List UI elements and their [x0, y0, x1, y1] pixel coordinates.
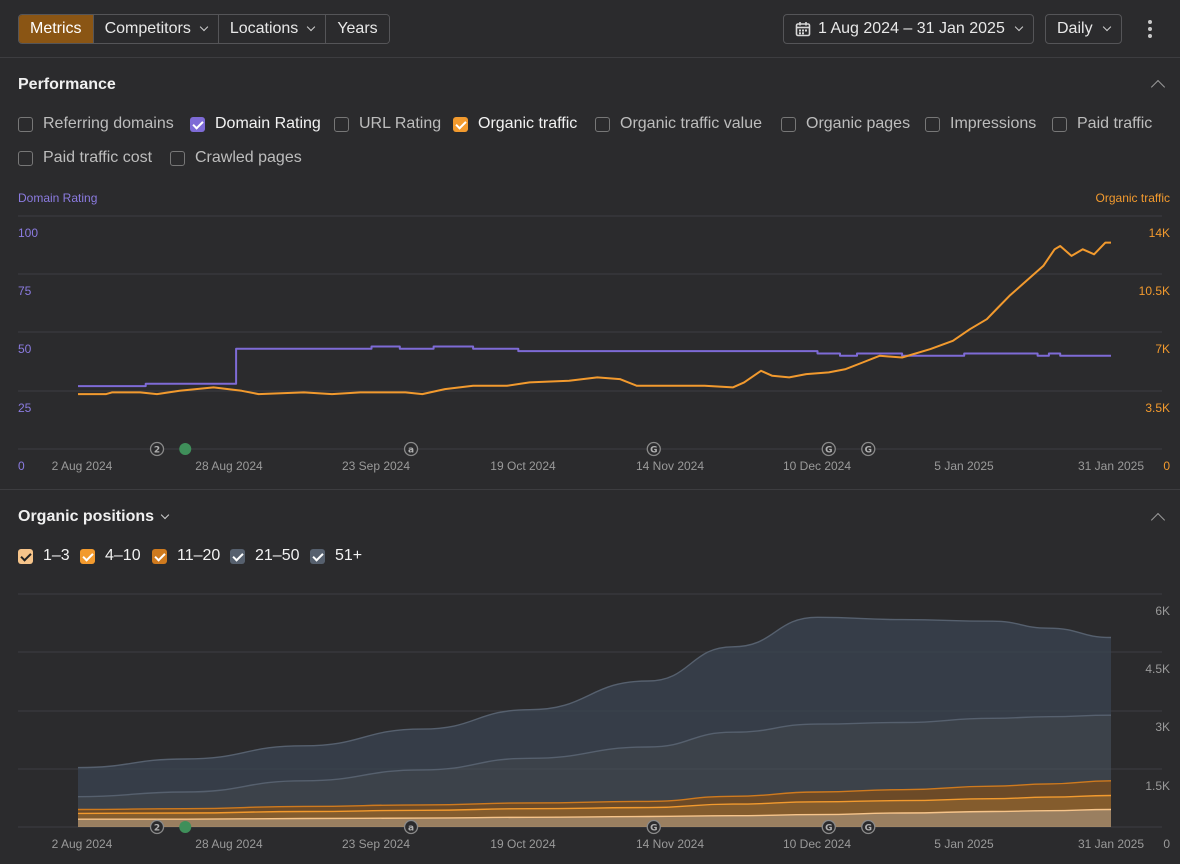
x-axis-tick: 5 Jan 2025 [934, 837, 994, 851]
organic-positions-area-chart: 2 a G G G [18, 593, 1162, 835]
x-axis-tick: 2 Aug 2024 [51, 837, 113, 851]
x-axis-tick: 23 Sep 2024 [341, 837, 411, 851]
annotation-label: G [865, 824, 872, 834]
annotation-marker[interactable]: G [861, 819, 876, 835]
annotation-marker[interactable]: G [646, 819, 661, 835]
x-axis-tick: 10 Dec 2024 [782, 837, 852, 851]
annotation-marker[interactable]: 2 [149, 819, 165, 835]
annotation-label: 2 [154, 824, 160, 834]
annotation-marker[interactable]: G [821, 819, 836, 835]
x-axis-tick: 14 Nov 2024 [635, 837, 705, 851]
annotation-label: G [650, 824, 657, 834]
x-axis-tick: 28 Aug 2024 [195, 837, 263, 851]
annotation-label: a [408, 824, 414, 834]
annotation-label: G [825, 824, 832, 834]
x-axis-tick: 19 Oct 2024 [490, 837, 556, 851]
annotation-marker[interactable]: a [403, 819, 419, 835]
x-axis-tick: 31 Jan 2025 [1077, 837, 1145, 851]
annotation-dot[interactable] [179, 821, 192, 833]
